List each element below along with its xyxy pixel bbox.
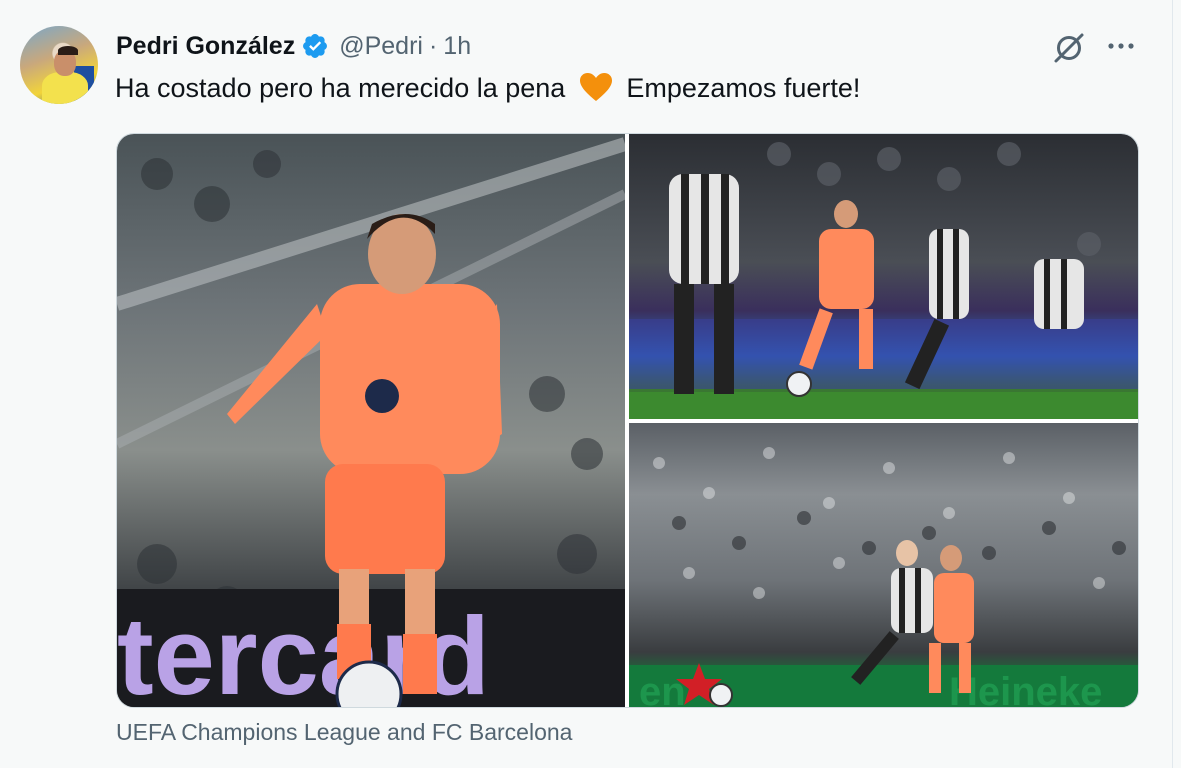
banner-text-bottom-left: en (639, 670, 686, 708)
photo-match[interactable] (629, 134, 1138, 419)
tweet-card[interactable]: Pedri González @Pedri · 1h Ha costado pe… (0, 0, 1172, 768)
column-divider (1172, 0, 1173, 768)
separator-dot: · (428, 31, 438, 60)
grok-icon[interactable] (1051, 30, 1087, 66)
stadium-photo-illustration: en Heineke (629, 447, 1138, 708)
player-photo-illustration: tercard (117, 137, 625, 707)
media-tagged-caption[interactable]: UEFA Champions League and FC Barcelona (116, 719, 572, 746)
orange-heart-icon (579, 73, 612, 101)
more-options-icon[interactable] (1104, 34, 1138, 58)
banner-text-bottom-right: Heineke (949, 670, 1102, 708)
verified-badge-icon (303, 34, 328, 58)
media-grid: tercard en Heineke (116, 133, 1139, 708)
photo-player[interactable]: tercard (117, 134, 625, 707)
match-photo-illustration (629, 142, 1138, 419)
tweet-text-part-2: Empezamos fuerte! (626, 73, 861, 103)
tweet-text: Ha costado pero ha merecido la pena Empe… (115, 72, 860, 104)
avatar[interactable] (20, 26, 98, 104)
tweet-text-part-1: Ha costado pero ha merecido la pena (115, 73, 566, 103)
author-name[interactable]: Pedri González (116, 32, 295, 61)
author-handle[interactable]: @Pedri (339, 32, 423, 61)
tweet-timestamp[interactable]: 1h (443, 32, 471, 61)
tweet-header: Pedri González @Pedri · 1h (116, 29, 471, 63)
photo-stadium[interactable]: en Heineke (629, 423, 1138, 708)
